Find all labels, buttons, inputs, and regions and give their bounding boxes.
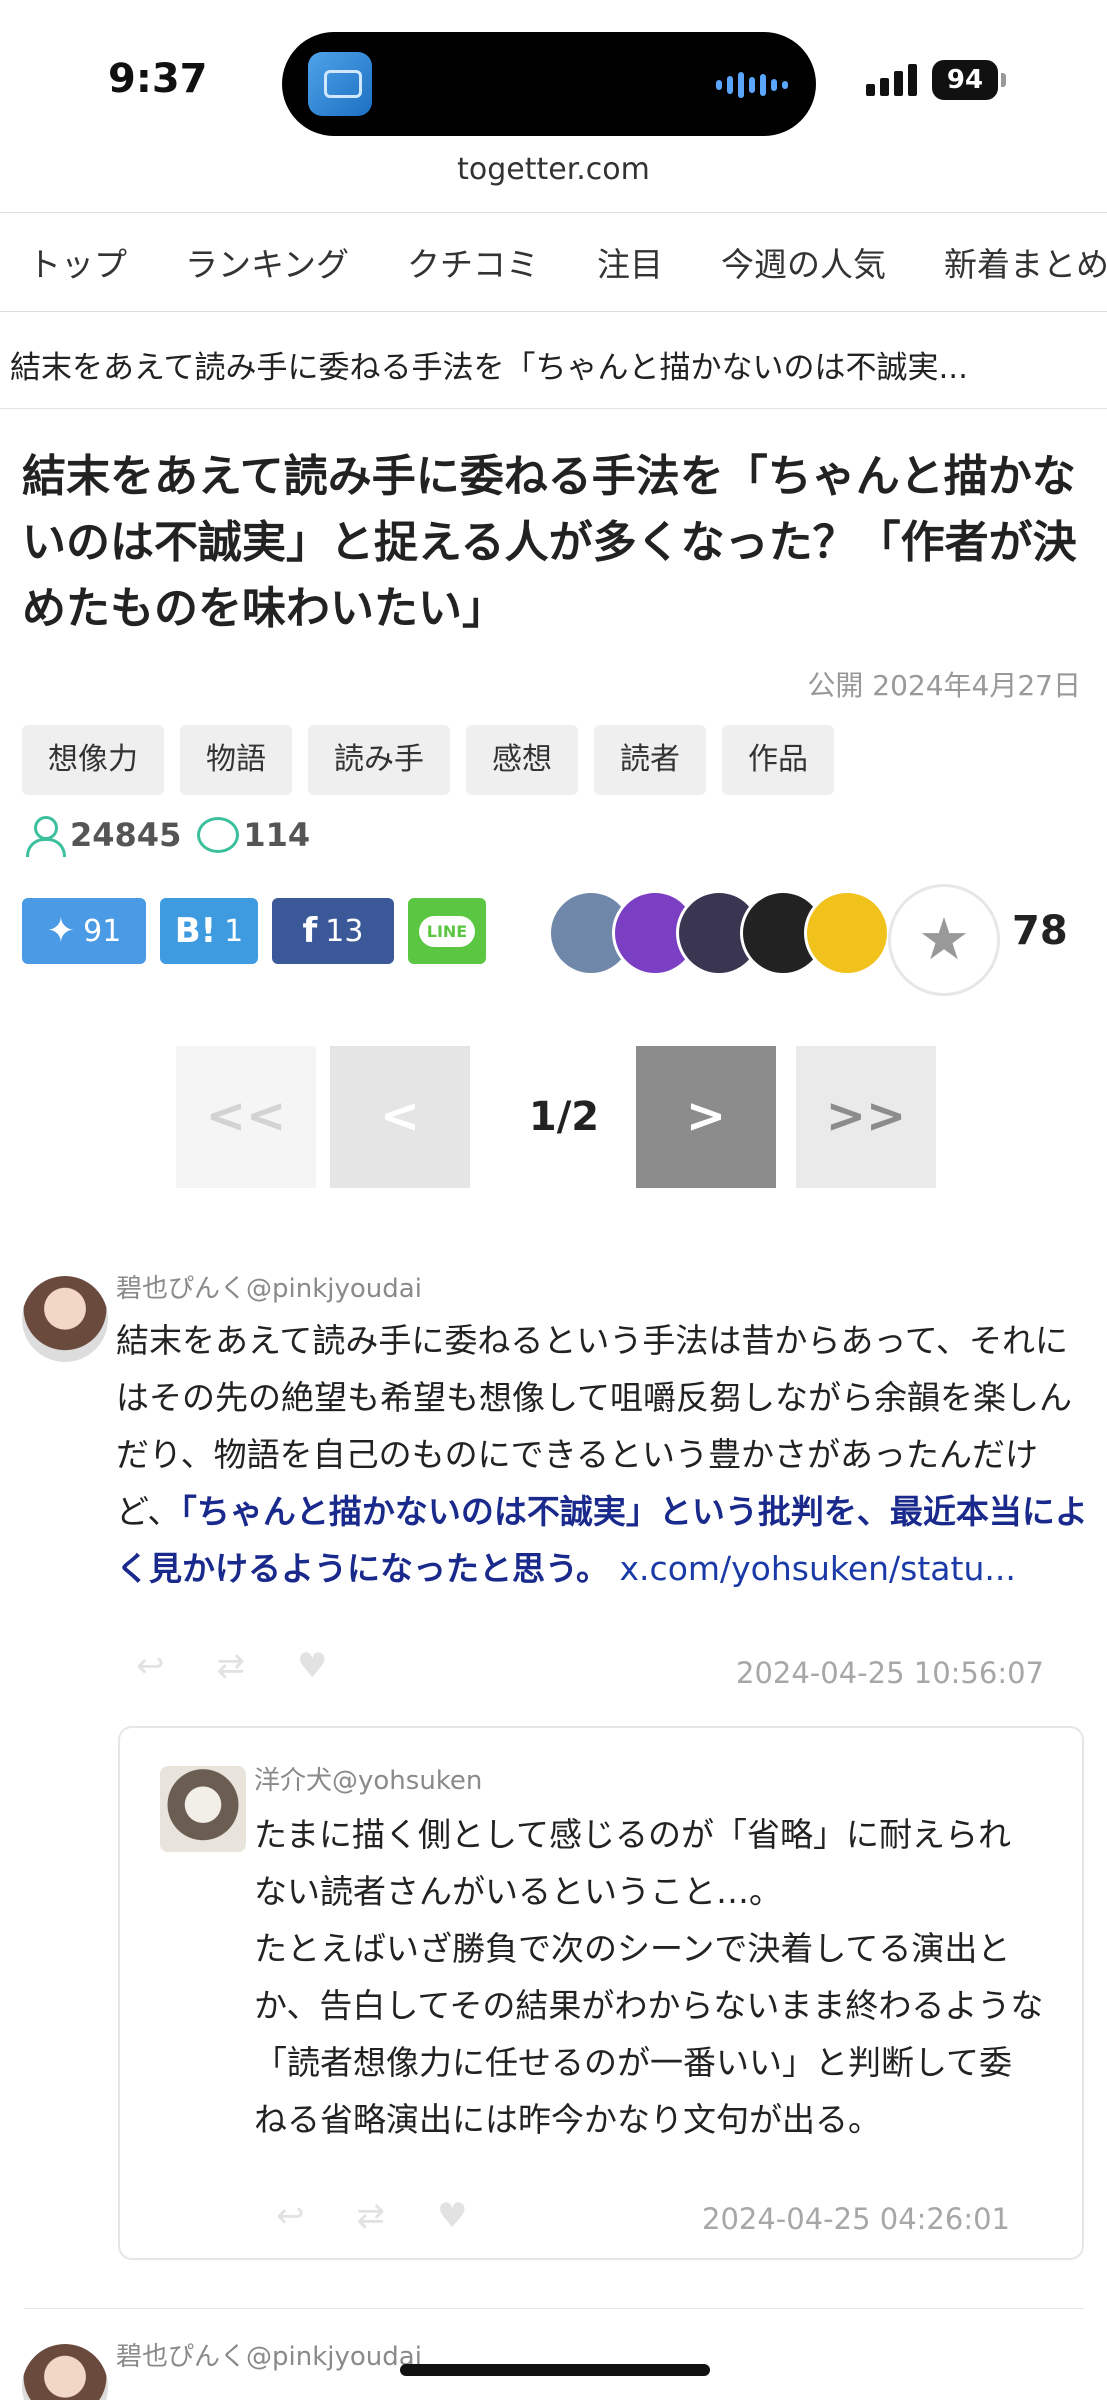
- reply-icon[interactable]: ↩: [276, 2196, 305, 2236]
- favorite-count: 78: [1012, 908, 1068, 954]
- user-icon: [24, 814, 66, 857]
- tweet-timestamp[interactable]: 2024-04-25 04:26:01: [702, 2202, 1010, 2236]
- dynamic-island: [282, 32, 816, 136]
- top-nav: トップ ランキング クチコミ 注目 今週の人気 新着まとめ: [0, 212, 1107, 312]
- hatena-share-count: 1: [224, 913, 244, 949]
- like-icon[interactable]: ♥: [297, 1646, 327, 1686]
- view-count: 24845: [70, 816, 182, 854]
- tweet-author[interactable]: 碧也ぴんく@pinkjyoudai: [116, 1268, 422, 1305]
- retweet-icon[interactable]: ⇄: [217, 1646, 246, 1686]
- facebook-share-count: 13: [325, 913, 364, 949]
- avatar[interactable]: [804, 890, 890, 976]
- next-page-button[interactable]: >: [636, 1046, 776, 1188]
- home-indicator[interactable]: [400, 2364, 710, 2376]
- like-icon[interactable]: ♥: [437, 2196, 467, 2236]
- twitter-icon: ✦: [46, 911, 76, 951]
- divider: [24, 2308, 1084, 2309]
- tag-chip[interactable]: 物語: [180, 725, 292, 795]
- twitter-share-count: 91: [83, 913, 122, 949]
- hatena-share-button[interactable]: B! 1: [160, 898, 258, 964]
- nav-item-weekly[interactable]: 今週の人気: [721, 238, 886, 286]
- breadcrumb[interactable]: 結末をあえて読み手に委ねる手法を「ちゃんと描かないのは不誠実...: [10, 342, 1100, 387]
- line-icon: LINE: [418, 915, 476, 947]
- status-time: 9:37: [108, 56, 208, 102]
- tag-chip[interactable]: 作品: [722, 725, 834, 795]
- tweet-actions: ↩ ⇄ ♥: [136, 1646, 327, 1686]
- prev-page-button[interactable]: <: [330, 1046, 470, 1188]
- nav-item-ranking[interactable]: ランキング: [185, 238, 349, 286]
- facebook-share-button[interactable]: f 13: [272, 898, 394, 964]
- twitter-share-button[interactable]: ✦ 91: [22, 898, 146, 964]
- comment-icon: [195, 815, 240, 855]
- tweet-author[interactable]: 碧也ぴんく@pinkjyoudai: [116, 2336, 422, 2373]
- publish-date: 公開 2024年4月27日: [807, 669, 1081, 702]
- favorite-star-button[interactable]: ★: [888, 884, 1000, 996]
- hatena-icon: B!: [174, 911, 217, 951]
- comment-count[interactable]: 114: [243, 816, 310, 854]
- tag-chip[interactable]: 読者: [594, 725, 706, 795]
- tag-chip[interactable]: 読み手: [308, 725, 450, 795]
- nav-item-top[interactable]: トップ: [28, 238, 127, 286]
- nav-item-featured[interactable]: 注目: [597, 238, 663, 286]
- tweet-author[interactable]: 洋介犬@yohsuken: [254, 1760, 482, 1797]
- tweet-text: 結末をあえて読み手に委ねるという手法は昔からあって、それにはその先の絶望も希望も…: [116, 1312, 1088, 1597]
- tag-chip[interactable]: 想像力: [22, 725, 164, 795]
- page-title: 結末をあえて読み手に委ねる手法を「ちゃんと描かないのは不誠実」と捉える人が多くな…: [22, 451, 1077, 634]
- battery-icon: 94: [932, 60, 1006, 100]
- app-icon: [308, 52, 372, 116]
- star-icon: ★: [918, 905, 970, 973]
- tweet-text: たまに描く側として感じるのが「省略」に耐えられない読者さんがいるということ…。 …: [254, 1815, 1044, 2139]
- url-bar[interactable]: togetter.com: [0, 152, 1107, 187]
- line-share-button[interactable]: LINE: [408, 898, 486, 964]
- reply-icon[interactable]: ↩: [136, 1646, 165, 1686]
- tag-list: 想像力 物語 読み手 感想 読者 作品: [22, 725, 834, 795]
- page-indicator: 1/2: [528, 1094, 600, 1140]
- status-bar: 9:37 94 togetter.com: [0, 0, 1107, 187]
- last-page-button[interactable]: >>: [796, 1046, 936, 1188]
- article-stats: 24845 114: [24, 814, 310, 857]
- tweet-timestamp[interactable]: 2024-04-25 10:56:07: [736, 1656, 1044, 1690]
- share-bar: ✦ 91 B! 1 f 13 LINE: [22, 898, 486, 964]
- audio-wave-icon: [716, 70, 788, 100]
- avatar[interactable]: [22, 1276, 108, 1362]
- tweet-link[interactable]: x.com/yohsuken/statu...: [620, 1549, 1016, 1588]
- nav-item-reviews[interactable]: クチコミ: [407, 238, 539, 286]
- avatar[interactable]: [22, 2344, 108, 2400]
- avatar[interactable]: [160, 1766, 246, 1852]
- pagination: << < 1/2 > >>: [176, 1046, 936, 1188]
- favorite-users: ★: [548, 884, 1008, 996]
- divider: [0, 408, 1107, 409]
- retweet-icon[interactable]: ⇄: [357, 2196, 386, 2236]
- tag-chip[interactable]: 感想: [466, 725, 578, 795]
- nav-item-new[interactable]: 新着まとめ: [944, 238, 1107, 286]
- facebook-icon: f: [302, 911, 318, 951]
- first-page-button[interactable]: <<: [176, 1046, 316, 1188]
- tweet-actions: ↩ ⇄ ♥: [276, 2196, 467, 2236]
- signal-icon: [866, 62, 917, 96]
